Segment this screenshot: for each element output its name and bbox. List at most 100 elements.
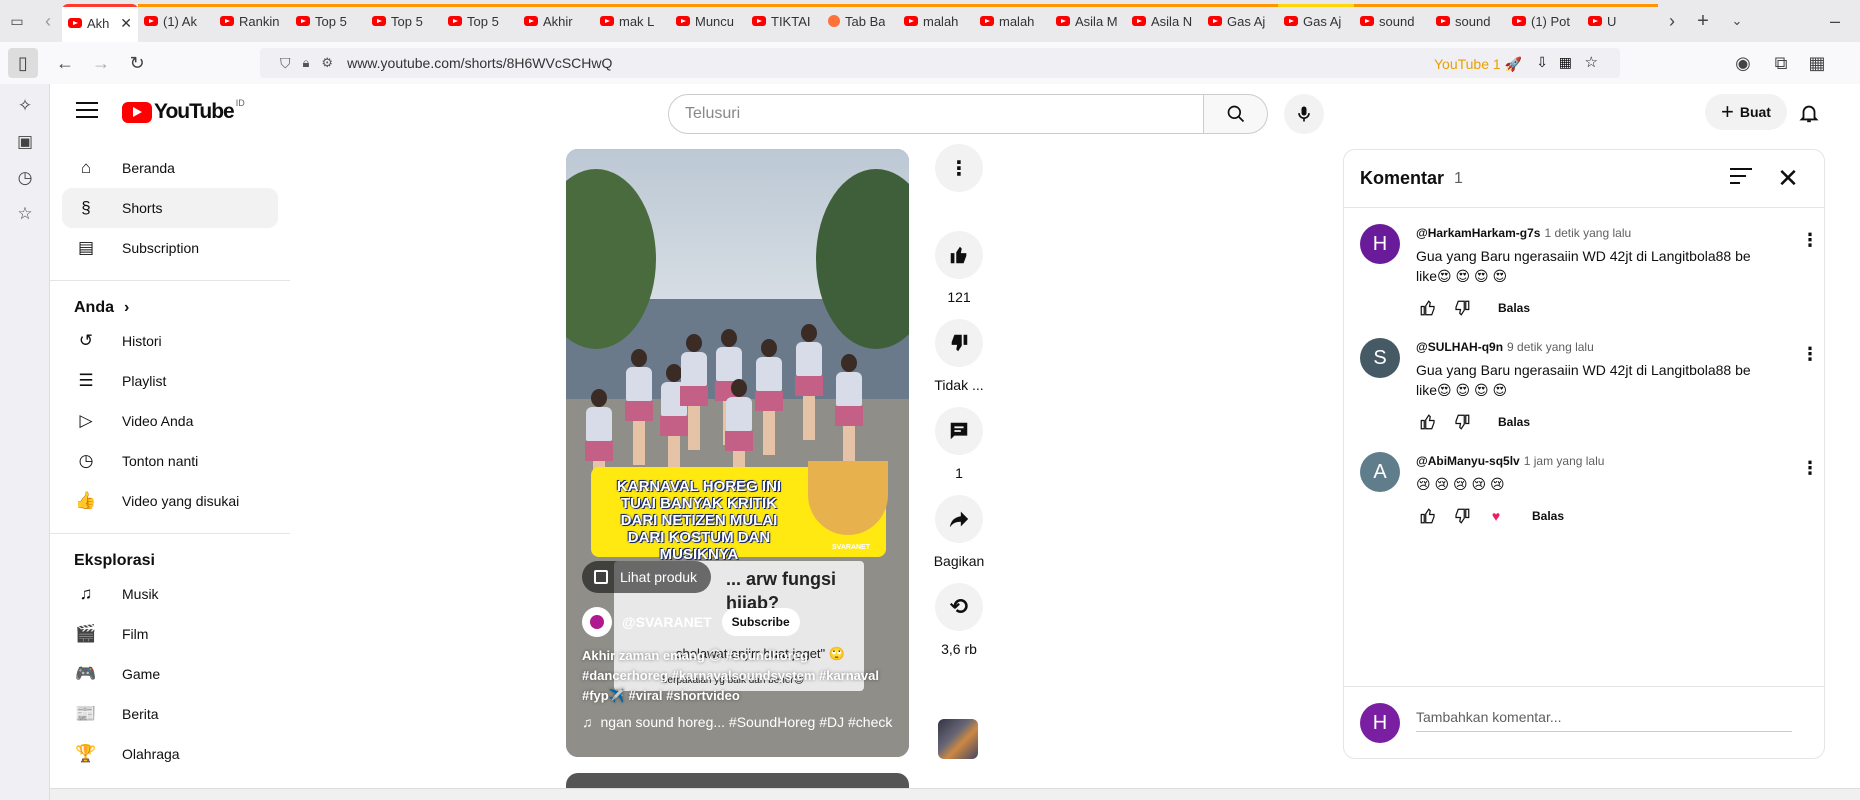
notifications-button[interactable]: [1794, 98, 1824, 128]
shorts-video-player[interactable]: KARNAVAL HOREG INI TUAI BANYAK KRITIK DA…: [566, 149, 909, 757]
like-action[interactable]: 121: [921, 231, 997, 305]
more-options-action[interactable]: ⋮: [921, 144, 997, 202]
history-icon[interactable]: ◷: [0, 160, 50, 196]
browser-tab[interactable]: sound: [1354, 4, 1430, 38]
guide-item-berita[interactable]: 📰 Berita: [62, 694, 278, 734]
sort-icon[interactable]: [1730, 168, 1752, 188]
comment-more-icon[interactable]: ⋮: [1798, 230, 1822, 251]
browser-tab[interactable]: malah: [974, 4, 1050, 38]
window-minimize-icon[interactable]: –: [1810, 6, 1860, 36]
guide-item-histori[interactable]: ↺ Histori: [62, 321, 278, 361]
new-tab-icon[interactable]: +: [1686, 6, 1720, 36]
browser-tab[interactable]: sound: [1430, 4, 1506, 38]
add-comment-input[interactable]: [1416, 709, 1792, 732]
sound-thumbnail[interactable]: [938, 719, 978, 759]
thumbs-up-icon[interactable]: [1416, 296, 1440, 320]
share-action[interactable]: Bagikan: [921, 495, 997, 569]
back-icon[interactable]: ←: [50, 48, 80, 78]
commenter-avatar[interactable]: A: [1360, 452, 1400, 492]
reply-button[interactable]: Balas: [1498, 301, 1530, 315]
reply-button[interactable]: Balas: [1498, 415, 1530, 429]
close-icon[interactable]: ✕: [1772, 162, 1804, 194]
remix-action[interactable]: ⟲ 3,6 rb: [921, 583, 997, 657]
browser-tab[interactable]: Muncu: [670, 4, 746, 38]
bookmarks-icon[interactable]: ☆: [0, 196, 50, 232]
browser-tab[interactable]: (1) Ak: [138, 4, 214, 38]
browser-tab[interactable]: Gas Aj: [1278, 4, 1354, 38]
address-bar[interactable]: ⛉ 🔒︎ ⚙ www.youtube.com/shorts/8H6WVcSCHw…: [260, 48, 1620, 78]
permissions-icon[interactable]: ⚙: [321, 55, 333, 71]
you-section-heading[interactable]: Anda ›: [50, 293, 290, 321]
close-tab-icon[interactable]: ✕: [120, 15, 132, 32]
browser-tab[interactable]: Tab Ba: [822, 4, 898, 38]
guide-item-video-anda[interactable]: ▷ Video Anda: [62, 401, 278, 441]
synced-tabs-icon[interactable]: ▣: [0, 124, 50, 160]
comment-time[interactable]: 1 jam yang lalu: [1524, 454, 1605, 468]
browser-tab[interactable]: malah: [898, 4, 974, 38]
thumbs-down-icon[interactable]: [1450, 410, 1474, 434]
search-button[interactable]: [1204, 94, 1268, 134]
channel-name[interactable]: @SVARANET: [622, 614, 712, 630]
guide-item-film[interactable]: 🎬 Film: [62, 614, 278, 654]
browser-tab[interactable]: Akhir: [518, 4, 594, 38]
qr-code-icon[interactable]: ▦: [1559, 54, 1572, 71]
browser-tab[interactable]: Rankin: [214, 4, 290, 38]
ai-chat-icon[interactable]: ✧: [0, 88, 50, 124]
thumbs-up-icon[interactable]: [1416, 504, 1440, 528]
menu-icon[interactable]: [76, 102, 98, 118]
voice-search-button[interactable]: [1284, 94, 1324, 134]
browser-tab[interactable]: Top 5: [366, 4, 442, 38]
comment-more-icon[interactable]: ⋮: [1798, 458, 1822, 479]
search-input[interactable]: [685, 105, 1203, 123]
guide-item-musik[interactable]: ♫ Musik: [62, 574, 278, 614]
tab-scroll-right-icon[interactable]: ›: [1658, 6, 1686, 36]
tab-list-dropdown-icon[interactable]: ⌄: [1720, 6, 1754, 36]
search-box[interactable]: [668, 94, 1204, 134]
thumbs-down-icon[interactable]: [1450, 504, 1474, 528]
youtube-logo[interactable]: YouTube ID: [122, 98, 245, 124]
guide-item-olahraga[interactable]: 🏆 Olahraga: [62, 734, 278, 774]
browser-tab[interactable]: Akh ✕: [62, 4, 138, 42]
bookmark-star-icon[interactable]: ☆: [1585, 53, 1598, 71]
browser-tab[interactable]: TIKTAI: [746, 4, 822, 38]
forward-icon[interactable]: →: [86, 48, 116, 78]
guide-item-video-yang-disukai[interactable]: 👍 Video yang disukai: [62, 481, 278, 521]
thumbs-down-icon[interactable]: [1450, 296, 1474, 320]
browser-tab[interactable]: Gas Aj: [1202, 4, 1278, 38]
reload-icon[interactable]: ↻: [122, 48, 152, 78]
create-button[interactable]: + Buat: [1705, 94, 1787, 130]
guide-item-beranda[interactable]: ⌂ Beranda: [62, 148, 278, 188]
tab-overview-icon[interactable]: ▭: [0, 6, 34, 36]
comment-author[interactable]: @SULHAH-q9n: [1416, 340, 1503, 354]
browser-tab[interactable]: mak L: [594, 4, 670, 38]
browser-tab[interactable]: Asila M: [1050, 4, 1126, 38]
view-product-button[interactable]: Lihat produk: [582, 561, 712, 593]
guide-item-game[interactable]: 🎮 Game: [62, 654, 278, 694]
channel-avatar[interactable]: [582, 607, 612, 637]
url-text[interactable]: www.youtube.com/shorts/8H6WVcSCHwQ: [347, 55, 612, 71]
dislike-action[interactable]: Tidak ...: [921, 319, 997, 393]
shield-icon[interactable]: ⛉: [280, 55, 291, 72]
guide-item-playlist[interactable]: ☰ Playlist: [62, 361, 278, 401]
browser-tab[interactable]: U: [1582, 4, 1658, 38]
browser-tab[interactable]: Top 5: [442, 4, 518, 38]
video-description[interactable]: Akhir zaman emang 😏 #soundhoreg #dancerh…: [582, 646, 897, 706]
subscribe-button[interactable]: Subscribe: [721, 608, 800, 636]
site-badge[interactable]: YouTube 1 🚀: [1434, 56, 1522, 73]
comment-more-icon[interactable]: ⋮: [1798, 344, 1822, 365]
comment-time[interactable]: 9 detik yang lalu: [1507, 340, 1594, 354]
sidebar-toggle-icon[interactable]: ▯: [8, 48, 38, 78]
extensions-icon[interactable]: ⧉: [1766, 48, 1796, 78]
account-icon[interactable]: ◉: [1728, 48, 1758, 78]
horizontal-scrollbar[interactable]: [50, 788, 1860, 800]
comment-author[interactable]: @HarkamHarkam-g7s: [1416, 226, 1540, 240]
apps-icon[interactable]: ▦: [1802, 48, 1832, 78]
reply-button[interactable]: Balas: [1532, 509, 1564, 523]
thumbs-up-icon[interactable]: [1416, 410, 1440, 434]
commenter-avatar[interactable]: S: [1360, 338, 1400, 378]
guide-item-shorts[interactable]: § Shorts: [62, 188, 278, 228]
comment-time[interactable]: 1 detik yang lalu: [1544, 226, 1631, 240]
commenter-avatar[interactable]: H: [1360, 224, 1400, 264]
comments-action[interactable]: 1: [921, 407, 997, 481]
guide-item-subscription[interactable]: ▤ Subscription: [62, 228, 278, 268]
